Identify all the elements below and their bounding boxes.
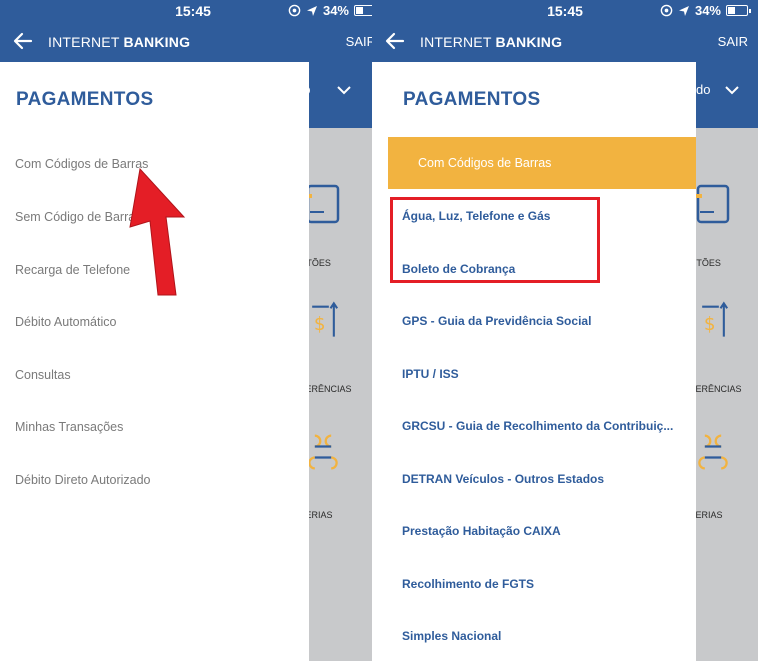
menu-item-debito-direto-autorizado[interactable]: Débito Direto Autorizado [0,454,309,506]
subitem-detran[interactable]: DETRAN Veículos - Outros Estados [372,453,696,505]
navigation-drawer: PAGAMENTOS Com Códigos de Barras Água, L… [372,62,696,661]
lock-rotation-icon [660,4,673,17]
app-title: INTERNET BANKING [420,34,563,50]
chevron-down-icon [337,86,351,95]
svg-text:$: $ [704,314,716,335]
drawer-title: PAGAMENTOS [16,89,154,110]
subitem-prestacao-habitacao[interactable]: Prestação Habitação CAIXA [372,505,696,557]
clover-icon [698,434,728,470]
menu-item-debito-automatico[interactable]: Débito Automático [0,296,309,348]
back-arrow-icon[interactable] [12,30,34,52]
navigation-drawer: PAGAMENTOS Com Códigos de Barras Sem Cód… [0,62,309,661]
transfer-icon: $ [312,301,339,337]
app-title: INTERNET BANKING [48,34,191,50]
left-screen: 15:45 34% INTERNET BANKING SAIR do RTÕES… [0,0,386,661]
status-bar: 15:45 34% [0,0,386,22]
subitem-gps[interactable]: GPS - Guia da Previdência Social [372,295,696,347]
subitem-grcsu[interactable]: GRCSU - Guia de Recolhimento da Contribu… [372,400,696,452]
app-bar: INTERNET BANKING SAIR [372,22,758,62]
svg-text:$: $ [314,314,326,335]
back-arrow-icon[interactable] [384,30,406,52]
battery-percent: 34% [694,3,721,18]
location-icon [678,5,689,16]
battery-percent: 34% [322,3,349,18]
transfer-icon: $ [702,301,729,337]
chevron-down-icon [725,86,739,95]
logout-button[interactable]: SAIR [718,34,748,49]
menu-item-consultas[interactable]: Consultas [0,349,309,401]
menu-item-com-codigos-de-barras[interactable]: Com Códigos de Barras [388,137,696,189]
clover-icon [308,434,338,470]
location-icon [306,5,317,16]
menu-item-minhas-transacoes[interactable]: Minhas Transações [0,401,309,453]
subitem-recolhimento-fgts[interactable]: Recolhimento de FGTS [372,558,696,610]
card-icon [696,184,730,224]
highlight-box [390,197,600,283]
subitem-simples-nacional[interactable]: Simples Nacional [372,610,696,661]
background-header-text: do [696,82,711,97]
app-bar: INTERNET BANKING SAIR [0,22,386,62]
background-label: FERÊNCIAS [690,384,742,394]
drawer-title: PAGAMENTOS [403,89,541,110]
right-screen: 15:45 34% INTERNET BANKING SAIR do RTÕES… [372,0,758,661]
red-pointer-arrow [129,167,186,296]
subitem-iptu-iss[interactable]: IPTU / ISS [372,348,696,400]
lock-rotation-icon [288,4,301,17]
card-icon [306,184,340,224]
status-bar: 15:45 34% [372,0,758,22]
battery-icon [726,5,751,16]
